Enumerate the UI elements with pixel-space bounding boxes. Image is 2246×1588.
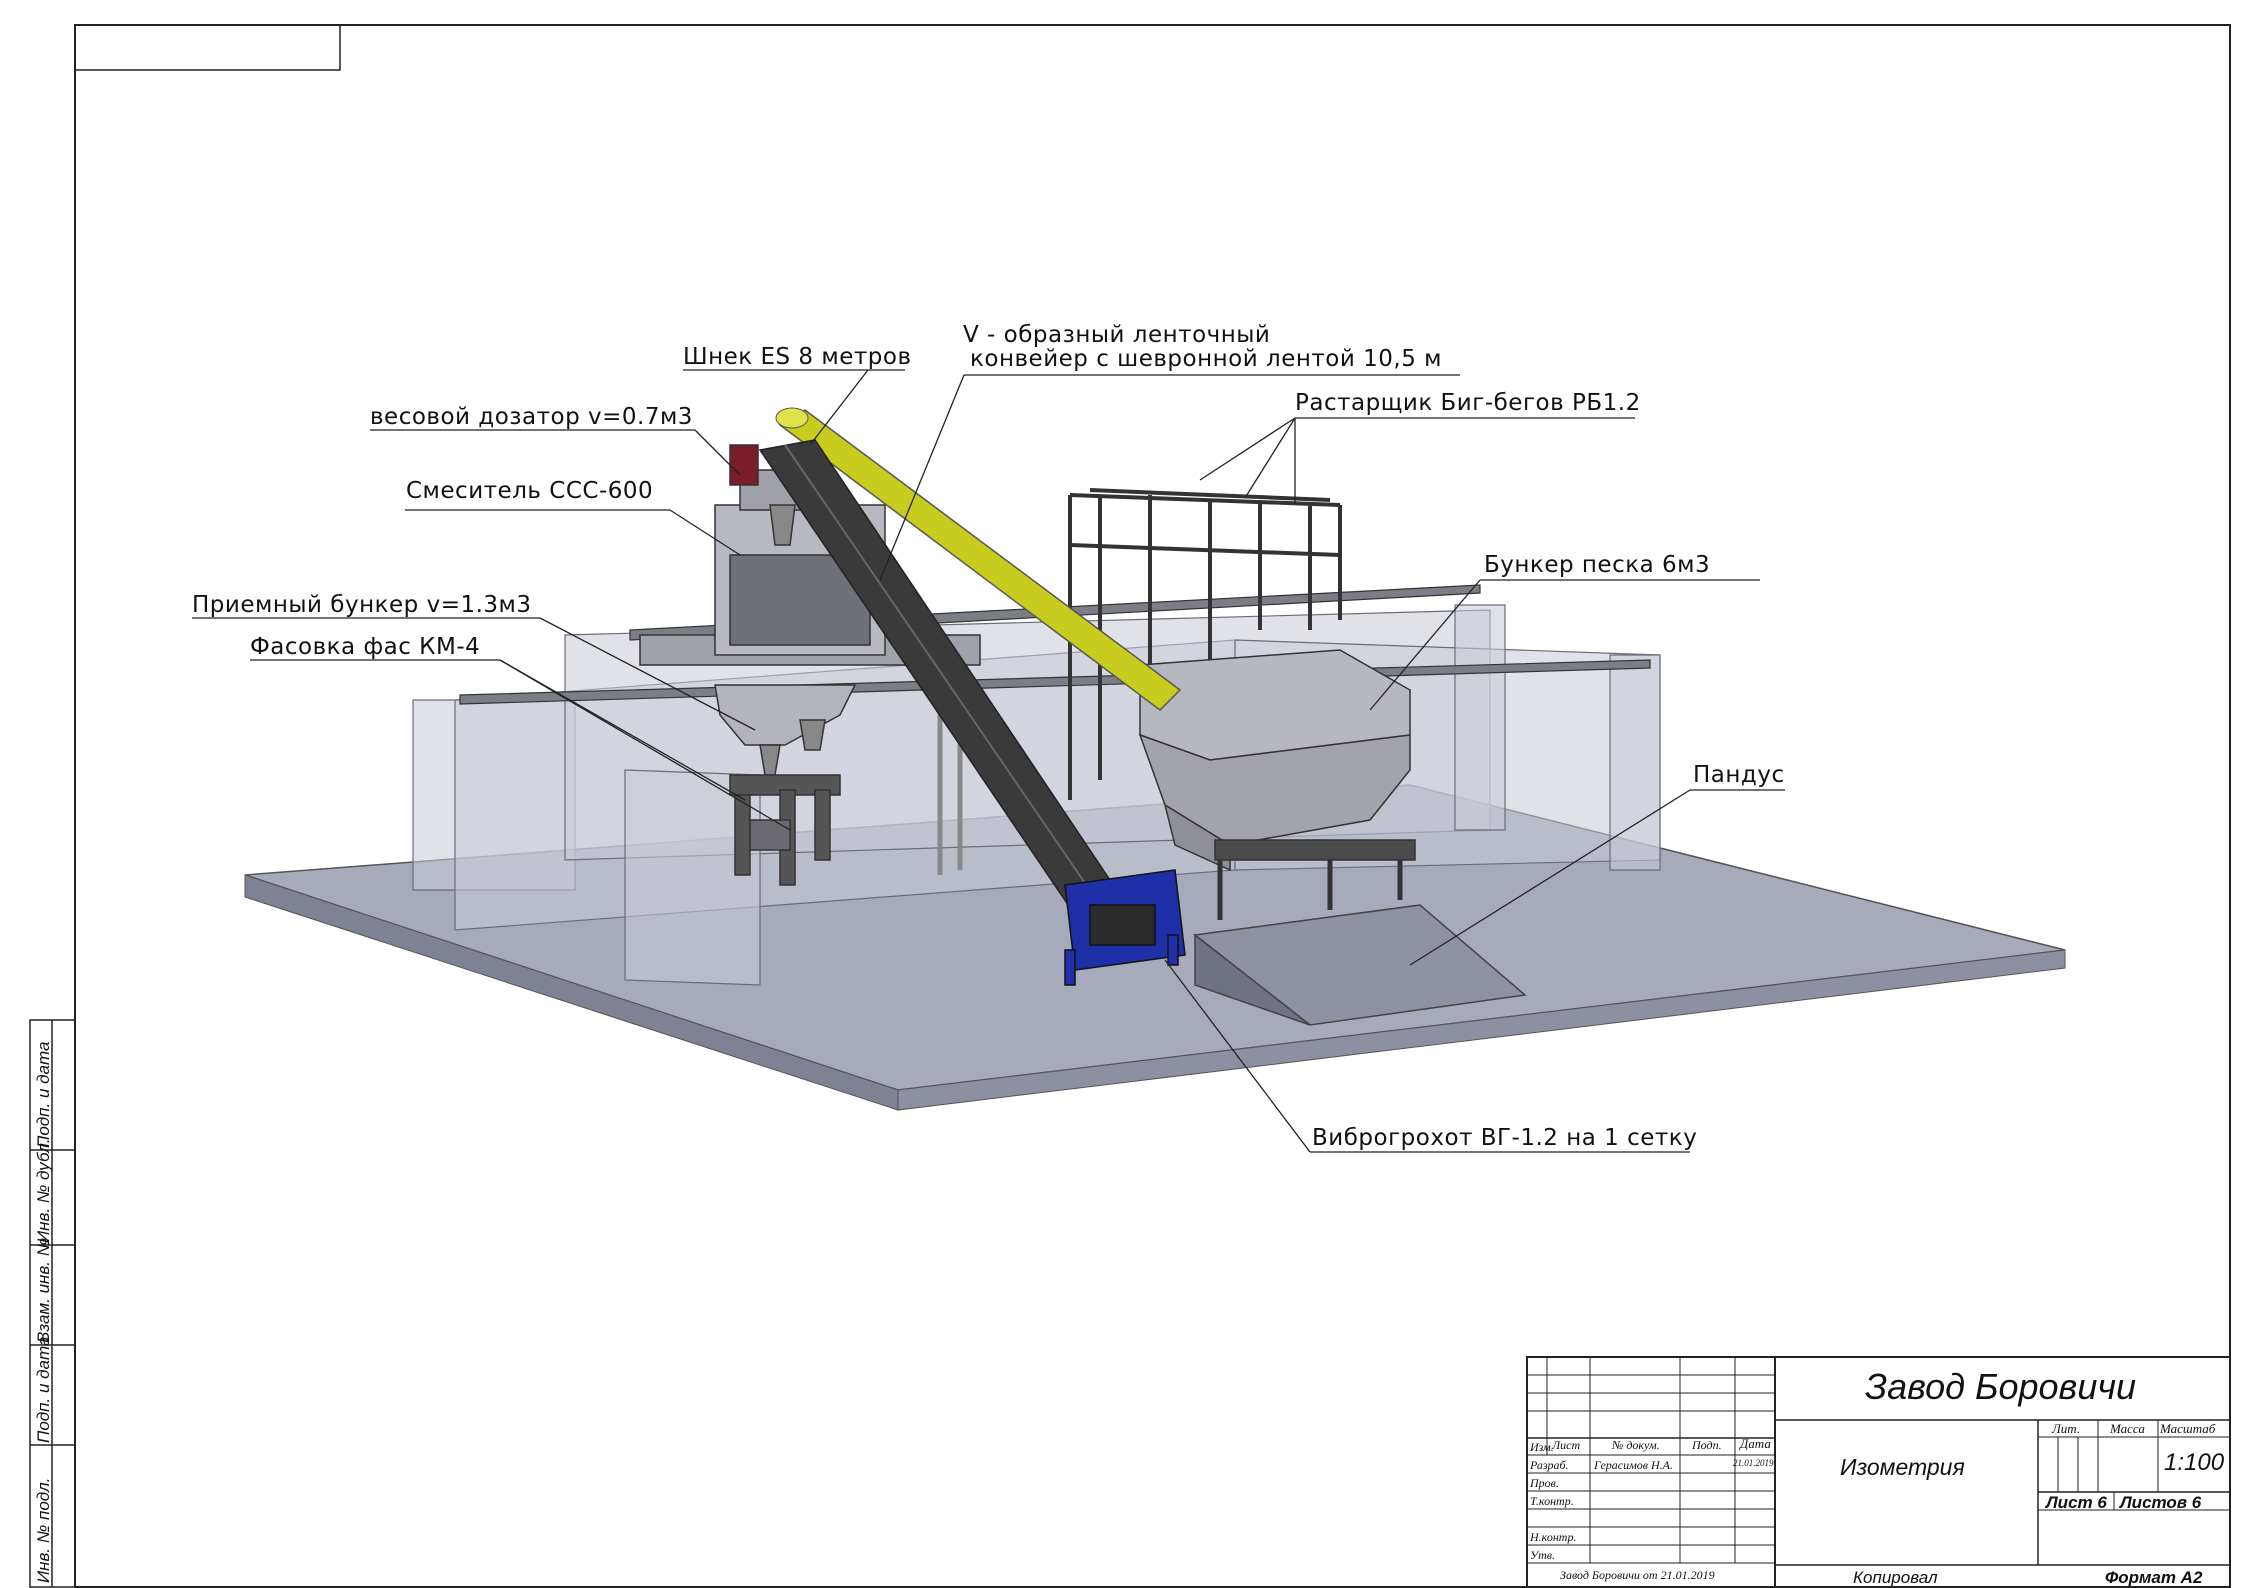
label-sand-bunker: Бункер песка 6м3	[1484, 552, 1711, 578]
side-stamp-sign-date-2: Подп. и дата	[34, 1041, 53, 1148]
label-packing: Фасовка фас КМ-4	[250, 634, 481, 660]
corner-stamp-box	[74, 24, 341, 71]
title-scale-header: Масштаб	[2160, 1421, 2216, 1436]
isometric-drawing	[29, 24, 2231, 1588]
label-belt-conveyor-line1: V - образный ленточный	[963, 322, 1271, 348]
side-stamp-inv-dubl: Инв. № дубл.	[34, 1138, 53, 1243]
title-plant-name: Завод Боровичи	[1865, 1366, 2137, 1407]
title-format: Формат А2	[2105, 1568, 2203, 1587]
title-col-izm: Изм.	[1530, 1440, 1554, 1454]
side-stamp-vzam-inv: Взам. инв. №	[34, 1237, 53, 1343]
title-mass-header: Масса	[2110, 1421, 2145, 1436]
label-ramp: Пандус	[1693, 762, 1785, 788]
title-view-name: Изометрия	[1840, 1454, 1965, 1480]
title-role-approve: Утв.	[1530, 1548, 1555, 1562]
title-col-doc: № докум.	[1612, 1438, 1660, 1452]
label-mixer: Смеситель ССС-600	[406, 478, 654, 504]
title-developer-name: Герасимов Н.А.	[1594, 1458, 1673, 1472]
title-sheet: Лист 6	[2046, 1493, 2107, 1512]
title-col-list: Лист	[1552, 1438, 1581, 1452]
title-date-value: 21.01.2019	[1733, 1458, 1774, 1468]
title-lit-header: Лит.	[2052, 1421, 2081, 1436]
label-bigbag-unloader: Растарщик Биг-бегов РБ1.2	[1295, 390, 1641, 416]
label-weigh-dispenser: весовой дозатор v=0.7м3	[370, 404, 693, 430]
label-screw-conveyor: Шнек ES 8 метров	[683, 344, 912, 370]
title-role-developer: Разраб.	[1530, 1458, 1569, 1472]
label-receiving-bunker: Приемный бункер v=1.3м3	[192, 592, 532, 618]
title-sheets: Листов 6	[2120, 1493, 2202, 1512]
title-role-check: Пров.	[1530, 1476, 1559, 1490]
title-file-note: Завод Боровичи от 21.01.2019	[1560, 1568, 1715, 1582]
title-col-sign: Подп.	[1692, 1438, 1722, 1452]
title-scale-value: 1:100	[2164, 1449, 2225, 1476]
title-col-date: Дата	[1740, 1436, 1771, 1451]
label-vibro-screen: Виброгрохот ВГ-1.2 на 1 сетку	[1312, 1125, 1698, 1151]
title-copied: Копировал	[1853, 1568, 1938, 1587]
side-stamp-inv-podl: Инв. № подл.	[34, 1477, 53, 1584]
label-belt-conveyor-line2: конвейер с шевронной лентой 10,5 м	[970, 346, 1442, 372]
side-stamp-sign-date-1: Подп. и дата	[34, 1336, 53, 1443]
title-role-ncontrol: Н.контр.	[1530, 1530, 1577, 1544]
title-role-tcontrol: Т.контр.	[1530, 1494, 1574, 1508]
